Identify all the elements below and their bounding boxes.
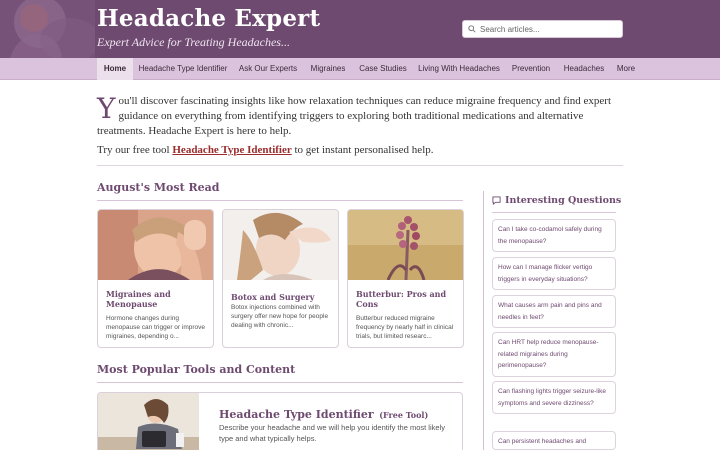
search-box[interactable] bbox=[462, 20, 623, 38]
sidebar-divider bbox=[483, 191, 484, 450]
tool-name[interactable]: Headache Type Identifier bbox=[219, 408, 374, 421]
question-item[interactable]: Can persistent headaches and bbox=[492, 431, 616, 450]
site-header: Headache Expert Expert Advice for Treati… bbox=[0, 0, 720, 58]
site-title[interactable]: Headache Expert bbox=[97, 5, 320, 32]
tool-badge: (Free Tool) bbox=[379, 410, 429, 420]
site-tagline: Expert Advice for Treating Headaches... bbox=[97, 35, 290, 49]
tool-title[interactable]: Headache Type Identifier (Free Tool) bbox=[219, 403, 428, 422]
tool-description: Describe your headache and we will help … bbox=[219, 423, 445, 443]
article-card[interactable]: Migraines and Menopause Hormone changes … bbox=[97, 209, 214, 348]
popular-divider bbox=[97, 382, 463, 383]
tool-promo-line: Try our free tool Headache Type Identifi… bbox=[97, 144, 434, 156]
intro-paragraph: You'll discover fascinating insights lik… bbox=[97, 94, 623, 139]
article-card[interactable]: Botox and Surgery Botox injections combi… bbox=[222, 209, 339, 348]
intro-dropcap: Y bbox=[97, 92, 116, 125]
card-title[interactable]: Butterbur: Pros and Cons bbox=[356, 289, 460, 309]
nav-item-case-studies[interactable]: Case Studies bbox=[357, 58, 409, 80]
butterbur-flower-photo bbox=[348, 210, 463, 280]
sidebar-heading-text: Interesting Questions bbox=[505, 195, 622, 206]
nav-item-ask-our-experts[interactable]: Ask Our Experts bbox=[237, 58, 299, 80]
nav-item-home[interactable]: Home bbox=[97, 58, 133, 80]
most-read-heading: August's Most Read bbox=[97, 181, 220, 194]
card-excerpt: Hormone changes during menopause can tri… bbox=[106, 315, 205, 340]
nav-item-more[interactable]: More bbox=[615, 58, 637, 80]
question-item[interactable]: What causes arm pain and pins and needle… bbox=[492, 295, 616, 328]
question-item[interactable]: How can I manage flicker vertigo trigger… bbox=[492, 257, 616, 290]
card-title[interactable]: Botox and Surgery bbox=[231, 292, 335, 302]
intro-text: ou'll discover fascinating insights like… bbox=[97, 95, 612, 137]
search-icon bbox=[468, 25, 476, 33]
question-item[interactable]: Can HRT help reduce menopause-related mi… bbox=[492, 332, 616, 377]
tool-promo-suffix: to get instant personalised help. bbox=[291, 144, 434, 156]
nav-item-living-with-headaches[interactable]: Living With Headaches bbox=[416, 58, 502, 80]
woman-with-tablet-photo bbox=[98, 393, 199, 450]
sidebar-heading: Interesting Questions bbox=[492, 195, 621, 206]
card-excerpt: Butterbur reduced migraine frequency by … bbox=[356, 315, 454, 340]
headache-type-identifier-link[interactable]: Headache Type Identifier bbox=[172, 144, 291, 156]
woman-with-headache-photo bbox=[223, 210, 338, 280]
nav-item-prevention[interactable]: Prevention bbox=[509, 58, 553, 80]
nav-item-headache-type-identifier[interactable]: Headache Type Identifier bbox=[137, 58, 229, 80]
sidebar-rule bbox=[492, 212, 616, 213]
woman-holding-head-photo bbox=[98, 210, 213, 280]
search-input[interactable] bbox=[480, 24, 615, 34]
chat-bubble-icon bbox=[492, 196, 501, 205]
question-item[interactable]: Can I take co-codamol safely during the … bbox=[492, 219, 616, 252]
nav-item-migraines[interactable]: Migraines bbox=[307, 58, 349, 80]
article-card[interactable]: Butterbur: Pros and Cons Butterbur reduc… bbox=[347, 209, 464, 348]
head-silhouette-image bbox=[0, 0, 95, 58]
main-nav: Home Headache Type Identifier Ask Our Ex… bbox=[0, 58, 720, 80]
tool-promo-prefix: Try our free tool bbox=[97, 144, 173, 156]
divider bbox=[97, 165, 623, 166]
nav-item-headaches[interactable]: Headaches bbox=[561, 58, 607, 80]
card-title[interactable]: Migraines and Menopause bbox=[106, 289, 210, 309]
question-item[interactable]: Can flashing lights trigger seizure-like… bbox=[492, 381, 616, 414]
most-read-divider bbox=[97, 200, 463, 201]
card-excerpt: Botox injections combined with surgery o… bbox=[231, 304, 329, 329]
tool-card[interactable]: Headache Type Identifier (Free Tool) Des… bbox=[97, 392, 463, 450]
popular-heading: Most Popular Tools and Content bbox=[97, 363, 296, 376]
